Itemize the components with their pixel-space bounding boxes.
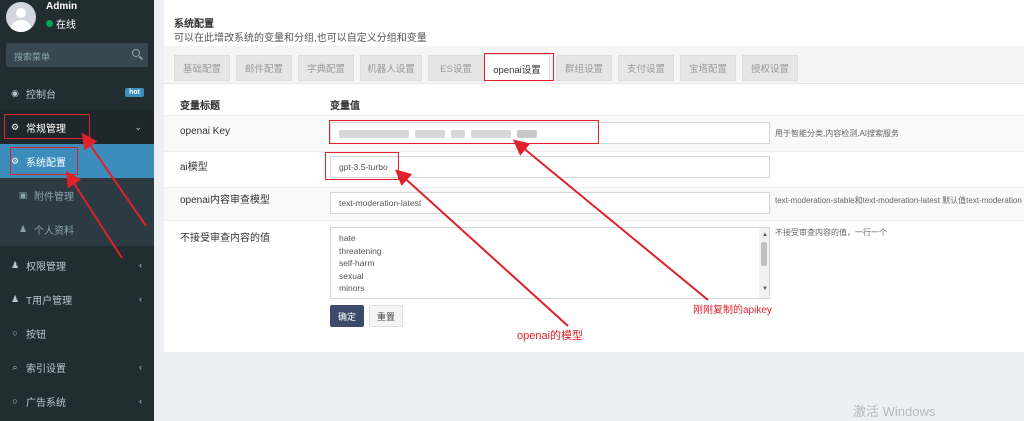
sidebar-item-profile[interactable]: ♟ 个人资料 <box>0 212 154 246</box>
chevron-down-icon: ⌄ <box>134 121 142 132</box>
chevron-left-icon: ‹ <box>139 362 142 372</box>
sidebar-item-buttons[interactable]: ○ 按钮 <box>0 316 154 350</box>
annotation-box-model <box>325 152 399 180</box>
annotation-box-general <box>4 114 90 139</box>
annotation-box-openai-tab <box>484 53 554 81</box>
scrollbar-thumb[interactable] <box>761 242 767 266</box>
textarea-line: threatening <box>339 245 382 256</box>
tab-license[interactable]: 授权设置 <box>742 55 798 81</box>
tab-robot[interactable]: 机器人设置 <box>360 55 422 81</box>
chevron-left-icon: ‹ <box>139 294 142 304</box>
scroll-down-icon[interactable]: ▼ <box>762 283 768 296</box>
tabs-bar: 基础配置 邮件配置 字典配置 机器人设置 ES设置 openai设置 群组设置 … <box>164 46 1024 84</box>
group-icon: ♟ <box>10 259 20 270</box>
circle-icon: ○ <box>12 328 18 338</box>
sidebar-item-index[interactable]: ⌕ 索引设置 ‹ <box>0 350 154 384</box>
reset-button[interactable]: 重置 <box>369 305 403 327</box>
search-icon: ⌕ <box>12 361 18 372</box>
row-label: 不接受审查内容的值 <box>180 233 270 244</box>
sidebar-item-permissions[interactable]: ♟ 权限管理 ‹ <box>0 248 154 282</box>
row-note: text-moderation-stable和text-moderation-l… <box>775 196 1022 205</box>
dashboard-icon: ◉ <box>11 87 19 98</box>
table-row: 不接受审查内容的值 hate threatening self-harm sex… <box>164 220 1024 352</box>
annotation-apikey-label: 刚刚复制的apikey <box>693 305 772 316</box>
table-row: openai内容审查模型 text-moderation-latest text… <box>164 187 1024 220</box>
user-panel: Admin 在线 <box>0 0 154 38</box>
row-label: ai模型 <box>180 162 208 173</box>
annotation-model-label: openai的模型 <box>517 330 584 342</box>
textarea-scrollbar[interactable]: ▲ ▼ <box>759 228 769 298</box>
tab-dictionary[interactable]: 字典配置 <box>298 55 354 81</box>
sidebar-item-label: 按钮 <box>26 329 46 341</box>
sidebar-item-ads[interactable]: ○ 广告系统 ‹ <box>0 384 154 418</box>
tab-payment[interactable]: 支付设置 <box>618 55 674 81</box>
annotation-box-apikey <box>329 120 599 144</box>
moderation-model-input[interactable]: text-moderation-latest <box>330 192 770 214</box>
excluded-values-textarea[interactable]: hate threatening self-harm sexual minors… <box>330 227 770 299</box>
sidebar-item-label: 广告系统 <box>26 397 66 409</box>
row-label: openai Key <box>180 126 231 137</box>
tab-baota[interactable]: 宝塔配置 <box>680 55 736 81</box>
hot-badge: hot <box>125 88 144 97</box>
sidebar-item-attachments[interactable]: ▣ 附件管理 <box>0 178 154 212</box>
search-input[interactable]: 搜索菜单 <box>6 43 148 67</box>
sidebar-item-label: 控制台 <box>26 89 56 101</box>
sidebar-item-label: T用户管理 <box>26 295 73 307</box>
avatar[interactable] <box>6 2 36 32</box>
textarea-line: minors <box>339 283 365 293</box>
windows-activation-watermark: 激活 Windows <box>853 404 936 419</box>
sidebar-item-label: 权限管理 <box>26 261 66 273</box>
file-image-icon: ▣ <box>18 189 28 200</box>
scroll-up-icon[interactable]: ▲ <box>762 229 768 242</box>
sidebar-item-label: 个人资料 <box>34 225 74 237</box>
table-row: ai模型 gpt-3.5-turbo <box>164 151 1024 187</box>
tab-basic[interactable]: 基础配置 <box>174 55 230 81</box>
page-title: 系统配置 <box>174 19 214 30</box>
tab-mail[interactable]: 邮件配置 <box>236 55 292 81</box>
annotation-box-system-config <box>10 147 78 175</box>
chevron-left-icon: ‹ <box>139 260 142 270</box>
user-icon: ♟ <box>18 223 28 234</box>
search-placeholder: 搜索菜单 <box>14 52 51 62</box>
textarea-line: hate <box>339 233 356 243</box>
column-header-value: 变量值 <box>330 101 360 112</box>
online-dot-icon <box>46 20 53 27</box>
confirm-button[interactable]: 确定 <box>330 305 364 327</box>
column-header-title: 变量标题 <box>180 101 220 112</box>
textarea-line: self-harm <box>339 258 375 268</box>
user-status: 在线 <box>46 16 76 31</box>
chevron-left-icon: ‹ <box>139 396 142 406</box>
sidebar-item-users[interactable]: ♟ T用户管理 ‹ <box>0 282 154 316</box>
tab-es[interactable]: ES设置 <box>428 55 484 81</box>
row-note: 用于智能分类,内容检测,AI搜索服务 <box>775 129 900 138</box>
user-icon: ♟ <box>10 293 20 304</box>
sidebar: Admin 在线 搜索菜单 ◉ 控制台 hot ⚙ 常规管理 ⌄ ⚙ 系统配置 … <box>0 0 154 421</box>
search-icon[interactable] <box>132 49 140 57</box>
textarea-line: sexual <box>339 270 364 281</box>
page-subtitle: 可以在此增改系统的变量和分组,也可以自定义分组和变量 <box>174 33 427 44</box>
sidebar-item-label: 附件管理 <box>34 191 74 203</box>
sidebar-item-label: 索引设置 <box>26 363 66 375</box>
user-status-text: 在线 <box>56 20 76 31</box>
sidebar-item-dashboard[interactable]: ◉ 控制台 hot <box>0 76 154 110</box>
user-name: Admin <box>46 1 78 12</box>
row-note: 不接受审查内容的值，一行一个 <box>775 228 887 237</box>
row-label: openai内容审查模型 <box>180 195 271 206</box>
circle-icon: ○ <box>12 396 18 406</box>
config-panel: 系统配置 可以在此增改系统的变量和分组,也可以自定义分组和变量 基础配置 邮件配… <box>164 0 1024 352</box>
tab-group[interactable]: 群组设置 <box>556 55 612 81</box>
